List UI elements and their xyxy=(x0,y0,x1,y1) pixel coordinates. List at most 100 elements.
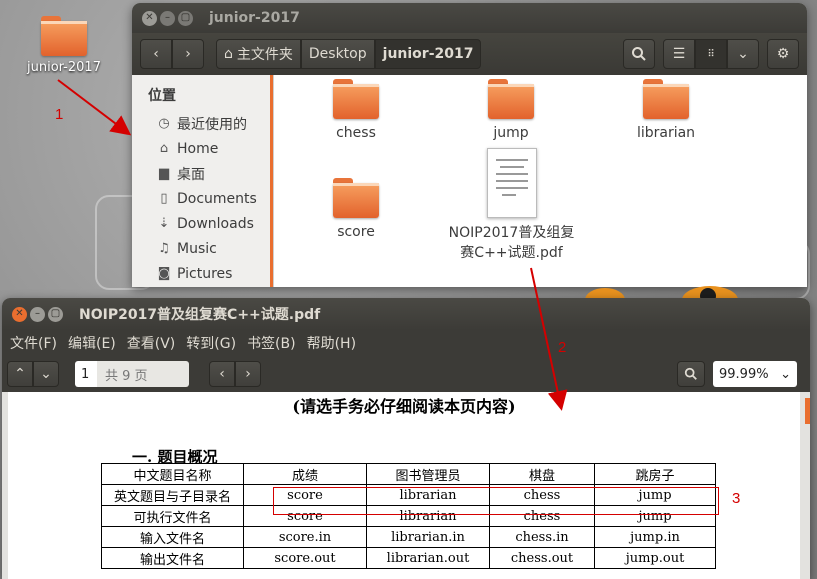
grid-view-button[interactable]: ⠿ xyxy=(695,39,727,69)
table-cell: chess.out xyxy=(489,547,595,569)
chevron-left-icon: ‹ xyxy=(219,366,225,382)
chevron-right-icon: › xyxy=(245,366,251,382)
table-cell: jump.out xyxy=(594,547,716,569)
table-row: 中文题目名称 成绩 图书管理员 棋盘 跳房子 xyxy=(101,463,716,485)
sidebar-item-label: 最近使用的 xyxy=(177,116,247,133)
find-button[interactable] xyxy=(677,361,705,387)
settings-button[interactable]: ⚙ xyxy=(767,39,799,69)
close-icon: ✕ xyxy=(15,308,24,319)
folder-item-score[interactable]: score xyxy=(291,178,421,240)
breadcrumb-junior-2017[interactable]: junior-2017 xyxy=(374,39,482,69)
menu-help[interactable]: 帮助(H) xyxy=(307,333,356,353)
table-cell: 输入文件名 xyxy=(101,526,244,548)
table-cell: librarian.out xyxy=(366,547,490,569)
close-button[interactable]: ✕ xyxy=(142,10,157,26)
back-button[interactable]: ‹ xyxy=(140,39,172,69)
file-label: score xyxy=(337,224,375,240)
breadcrumb-home-label: 主文件夹 xyxy=(236,47,293,63)
file-label: chess xyxy=(336,125,376,141)
file-label: librarian xyxy=(636,125,696,141)
sidebar-item-recent[interactable]: ◷ 最近使用的 xyxy=(132,111,273,136)
sidebar-item-label: Pictures xyxy=(177,265,233,282)
menu-go[interactable]: 转到(G) xyxy=(186,333,236,353)
sidebar-scrollbar[interactable] xyxy=(270,75,273,287)
annotation-arrow-1 xyxy=(57,79,132,136)
sidebar: 位置 ◷ 最近使用的 ⌂ Home ▆ 桌面 ▯ Documents ⇣ Download… xyxy=(132,75,274,287)
maximize-button[interactable]: ▢ xyxy=(48,306,63,322)
sidebar-item-desktop[interactable]: ▆ 桌面 xyxy=(132,161,273,186)
history-back-button[interactable]: ‹ xyxy=(209,361,235,387)
breadcrumb: ⌂ 主文件夹 Desktop junior-2017 xyxy=(216,39,482,69)
table-cell: jump.in xyxy=(594,526,716,548)
table-cell: librarian.in xyxy=(366,526,490,548)
chevron-down-icon: ⌄ xyxy=(737,46,749,62)
annotation-number-2: 2 xyxy=(558,339,567,356)
minimize-button[interactable]: – xyxy=(160,10,175,26)
document-scrollbar[interactable] xyxy=(805,398,810,424)
sidebar-item-pictures[interactable]: ◙ Pictures xyxy=(132,261,273,286)
list-view-button[interactable]: ☰ xyxy=(663,39,695,69)
view-options-button[interactable]: ⌄ xyxy=(727,39,759,69)
page-down-button[interactable]: ⌄ xyxy=(33,361,59,387)
page-notice: (请选手务必仔细阅读本页内容) xyxy=(292,397,516,416)
chevron-left-icon: ‹ xyxy=(153,46,159,62)
menu-bookmarks[interactable]: 书签(B) xyxy=(247,333,296,353)
file-label-line1: NOIP2017普及组复 xyxy=(448,225,575,241)
maximize-icon: ▢ xyxy=(180,12,191,23)
music-icon: ♫ xyxy=(158,241,170,256)
search-button[interactable] xyxy=(623,39,655,69)
breadcrumb-desktop[interactable]: Desktop xyxy=(300,39,375,69)
menu-file[interactable]: 文件(F) xyxy=(10,333,57,353)
folder-item-librarian[interactable]: librarian xyxy=(601,79,731,141)
file-manager-toolbar: ‹ › ⌂ 主文件夹 Desktop junior-2017 ☰ ⠿ ⌄ ⚙ xyxy=(132,33,807,75)
menu-view[interactable]: 查看(V) xyxy=(127,333,176,353)
sidebar-item-documents[interactable]: ▯ Documents xyxy=(132,186,273,211)
history-forward-button[interactable]: › xyxy=(235,361,261,387)
folder-icon xyxy=(333,178,379,218)
page-number-input[interactable]: 1 xyxy=(75,361,97,387)
table-cell: chess.in xyxy=(489,526,595,548)
chevron-up-icon: ⌃ xyxy=(14,366,26,382)
grid-icon: ⠿ xyxy=(707,48,715,60)
folder-item-jump[interactable]: jump xyxy=(446,79,576,141)
table-cell: score.out xyxy=(243,547,367,569)
menu-edit[interactable]: 编辑(E) xyxy=(68,333,116,353)
sidebar-item-music[interactable]: ♫ Music xyxy=(132,236,273,261)
sidebar-item-downloads[interactable]: ⇣ Downloads xyxy=(132,211,273,236)
file-manager-window: ✕ – ▢ junior-2017 ‹ › ⌂ 主文件夹 Desktop jun… xyxy=(132,3,807,287)
maximize-icon: ▢ xyxy=(50,308,61,319)
close-button[interactable]: ✕ xyxy=(12,306,27,322)
document-page: (请选手务必仔细阅读本页内容) 一. 题目概况 中文题目名称 成绩 图书管理员 棋盘跳… xyxy=(8,392,800,579)
sidebar-item-label: Documents xyxy=(177,190,257,207)
folder-icon xyxy=(333,79,379,119)
folder-icon: ▆ xyxy=(159,166,169,181)
folder-item-chess[interactable]: chess xyxy=(291,79,421,141)
problem-overview-table: 中文题目名称 成绩 图书管理员 棋盘 跳房子 英文题目与子目录名 score libraria… xyxy=(101,463,716,569)
pdf-thumbnail-icon xyxy=(486,148,537,218)
document-area[interactable]: (请选手务必仔细阅读本页内容) 一. 题目概况 中文题目名称 成绩 图书管理员 棋盘跳… xyxy=(2,392,810,579)
pdf-file-item[interactable]: NOIP2017普及组复 赛C++试题.pdf xyxy=(439,148,584,262)
table-cell: 跳房子 xyxy=(594,463,716,485)
table-cell: 英文题目与子目录名 xyxy=(101,484,244,506)
list-icon: ☰ xyxy=(672,46,686,62)
page-up-button[interactable]: ⌃ xyxy=(7,361,33,387)
desktop-folder-junior-2017[interactable]: junior-2017 xyxy=(22,16,106,75)
file-manager-titlebar: ✕ – ▢ junior-2017 xyxy=(132,3,807,33)
table-cell: 中文题目名称 xyxy=(101,463,244,485)
forward-button[interactable]: › xyxy=(172,39,204,69)
sidebar-item-label: Music xyxy=(177,240,217,257)
window-title: NOIP2017普及组复赛C++试题.pdf xyxy=(79,307,321,323)
minimize-button[interactable]: – xyxy=(30,306,45,322)
folder-icon xyxy=(488,79,534,119)
sidebar-item-home[interactable]: ⌂ Home xyxy=(132,136,273,161)
breadcrumb-home[interactable]: ⌂ 主文件夹 xyxy=(216,39,301,69)
menu-bar: 文件(F) 编辑(E) 查看(V) 转到(G) 书签(B) 帮助(H) xyxy=(2,330,810,356)
annotation-highlight-box xyxy=(273,487,719,515)
table-cell: 可执行文件名 xyxy=(101,505,244,527)
maximize-button[interactable]: ▢ xyxy=(178,10,193,26)
zoom-select[interactable]: 99.99% ⌄ xyxy=(713,361,797,387)
page-total-label: 共 9 页 xyxy=(97,361,189,387)
sidebar-item-label: 桌面 xyxy=(177,166,205,183)
close-icon: ✕ xyxy=(145,12,154,23)
sidebar-item-label: Home xyxy=(177,140,219,157)
